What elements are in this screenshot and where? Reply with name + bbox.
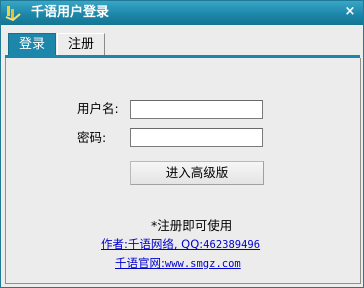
- tab-register[interactable]: 注册: [57, 33, 105, 55]
- enter-advanced-button[interactable]: 进入高级版: [130, 161, 264, 185]
- author-link[interactable]: 作者:千语网络, QQ:462389496: [101, 237, 260, 253]
- author-link-prefix: 作者:千语网络, QQ:: [101, 237, 204, 251]
- author-link-qq: 462389496: [203, 239, 261, 251]
- app-icon: [5, 6, 21, 21]
- tab-login[interactable]: 登录: [8, 33, 56, 55]
- password-input[interactable]: [130, 128, 263, 147]
- title-bar[interactable]: 千语用户登录 ×: [1, 1, 363, 25]
- password-label: 密码:: [77, 130, 107, 145]
- site-link-prefix: 千语官网:: [115, 256, 165, 270]
- username-input[interactable]: [130, 100, 263, 119]
- username-label: 用户名:: [77, 101, 119, 116]
- register-note: *注册即可使用: [151, 218, 233, 233]
- official-site-link[interactable]: 千语官网:www.smgz.com: [115, 256, 241, 272]
- login-window: 千语用户登录 × 登录 注册 用户名: 密码: 进入高级版 *注册即可使用 作者…: [0, 0, 364, 288]
- window-title: 千语用户登录: [31, 5, 110, 20]
- close-icon[interactable]: ×: [343, 5, 357, 19]
- site-link-url: www.smgz.com: [164, 258, 241, 270]
